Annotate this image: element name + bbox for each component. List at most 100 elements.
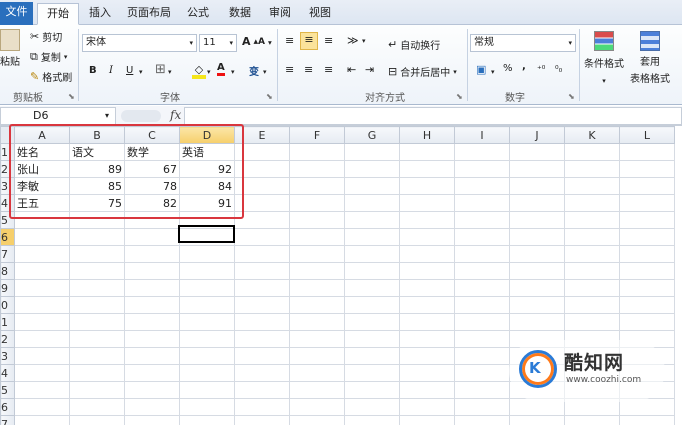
cell-e9[interactable] bbox=[234, 279, 290, 297]
cell-k6[interactable] bbox=[564, 228, 620, 246]
cell-a2[interactable]: 张山 bbox=[14, 160, 70, 178]
cell-e13[interactable] bbox=[234, 347, 290, 365]
cell-d9[interactable] bbox=[179, 279, 235, 297]
orientation-icon[interactable]: ≫ bbox=[347, 34, 359, 48]
cell-k2[interactable] bbox=[564, 160, 620, 178]
cell-e6[interactable] bbox=[234, 228, 290, 246]
column-header-l[interactable]: L bbox=[619, 126, 675, 144]
row-header[interactable]: 4 bbox=[0, 364, 15, 382]
increase-decimal-icon[interactable]: ⁺⁰ bbox=[537, 63, 545, 77]
cell-g6[interactable] bbox=[344, 228, 400, 246]
row-header[interactable]: 5 bbox=[0, 381, 15, 399]
formula-input[interactable] bbox=[184, 107, 682, 125]
cell-l10[interactable] bbox=[619, 296, 675, 314]
cell-l6[interactable] bbox=[619, 228, 675, 246]
column-header-g[interactable]: G bbox=[344, 126, 400, 144]
chevron-down-icon[interactable]: ▾ bbox=[362, 34, 366, 48]
cell-f12[interactable] bbox=[289, 330, 345, 348]
fill-color-icon[interactable]: ◇ bbox=[192, 63, 206, 79]
cell-k7[interactable] bbox=[564, 245, 620, 263]
cell-b5[interactable] bbox=[69, 211, 125, 229]
cell-g4[interactable] bbox=[344, 194, 400, 212]
cell-j1[interactable] bbox=[509, 143, 565, 161]
cell-i3[interactable] bbox=[454, 177, 510, 195]
cell-g14[interactable] bbox=[344, 364, 400, 382]
cell-d2[interactable]: 92 bbox=[179, 160, 235, 178]
cell-c4[interactable]: 82 bbox=[124, 194, 180, 212]
cell-d15[interactable] bbox=[179, 381, 235, 399]
copy-button[interactable]: ⧉ 复制 ▾ bbox=[30, 49, 67, 65]
cell-d5[interactable] bbox=[179, 211, 235, 229]
cell-i9[interactable] bbox=[454, 279, 510, 297]
cell-e11[interactable] bbox=[234, 313, 290, 331]
cell-a12[interactable] bbox=[14, 330, 70, 348]
tab-home[interactable]: 开始 bbox=[37, 3, 79, 25]
cell-h17[interactable] bbox=[399, 415, 455, 425]
align-right-icon[interactable]: ≡ bbox=[324, 63, 333, 77]
cell-a7[interactable] bbox=[14, 245, 70, 263]
cell-a1[interactable]: 姓名 bbox=[14, 143, 70, 161]
dialog-launcher-icon[interactable]: ⬊ bbox=[266, 90, 273, 104]
font-name-select[interactable]: 宋体 ▾ bbox=[82, 34, 197, 52]
cell-k11[interactable] bbox=[564, 313, 620, 331]
cell-f3[interactable] bbox=[289, 177, 345, 195]
cell-a17[interactable] bbox=[14, 415, 70, 425]
cell-i13[interactable] bbox=[454, 347, 510, 365]
cell-d16[interactable] bbox=[179, 398, 235, 416]
cell-c6[interactable] bbox=[124, 228, 180, 246]
cell-k5[interactable] bbox=[564, 211, 620, 229]
cell-f14[interactable] bbox=[289, 364, 345, 382]
cell-d7[interactable] bbox=[179, 245, 235, 263]
chevron-down-icon[interactable]: ▾ bbox=[491, 65, 495, 79]
underline-button[interactable]: U bbox=[126, 65, 133, 76]
cell-g17[interactable] bbox=[344, 415, 400, 425]
cell-a5[interactable] bbox=[14, 211, 70, 229]
row-header[interactable]: 9 bbox=[0, 279, 15, 297]
cell-c8[interactable] bbox=[124, 262, 180, 280]
chevron-down-icon[interactable]: ▾ bbox=[231, 65, 235, 79]
cell-k9[interactable] bbox=[564, 279, 620, 297]
name-box[interactable]: D6 ▾ bbox=[0, 107, 116, 125]
cell-j5[interactable] bbox=[509, 211, 565, 229]
cell-i5[interactable] bbox=[454, 211, 510, 229]
cell-h14[interactable] bbox=[399, 364, 455, 382]
format-painter-button[interactable]: ✎ 格式刷 bbox=[30, 69, 72, 85]
cell-g12[interactable] bbox=[344, 330, 400, 348]
cell-i16[interactable] bbox=[454, 398, 510, 416]
cell-g7[interactable] bbox=[344, 245, 400, 263]
tab-formulas[interactable]: 公式 bbox=[178, 3, 218, 25]
cell-h1[interactable] bbox=[399, 143, 455, 161]
column-header-e[interactable]: E bbox=[234, 126, 290, 144]
cell-h4[interactable] bbox=[399, 194, 455, 212]
cell-e12[interactable] bbox=[234, 330, 290, 348]
cell-f4[interactable] bbox=[289, 194, 345, 212]
cell-a10[interactable] bbox=[14, 296, 70, 314]
wrap-text-button[interactable]: ↵ 自动换行 bbox=[388, 37, 440, 53]
cell-d13[interactable] bbox=[179, 347, 235, 365]
cell-l17[interactable] bbox=[619, 415, 675, 425]
row-header[interactable]: 7 bbox=[0, 245, 15, 263]
cell-c16[interactable] bbox=[124, 398, 180, 416]
dialog-launcher-icon[interactable]: ⬊ bbox=[456, 90, 463, 104]
cell-j11[interactable] bbox=[509, 313, 565, 331]
column-header-f[interactable]: F bbox=[289, 126, 345, 144]
cell-e8[interactable] bbox=[234, 262, 290, 280]
cell-j7[interactable] bbox=[509, 245, 565, 263]
cell-k17[interactable] bbox=[564, 415, 620, 425]
cell-j2[interactable] bbox=[509, 160, 565, 178]
cell-b15[interactable] bbox=[69, 381, 125, 399]
cell-h8[interactable] bbox=[399, 262, 455, 280]
decrease-indent-icon[interactable]: ⇤ bbox=[347, 63, 356, 77]
cell-f1[interactable] bbox=[289, 143, 345, 161]
cell-l7[interactable] bbox=[619, 245, 675, 263]
cell-b3[interactable]: 85 bbox=[69, 177, 125, 195]
cell-a13[interactable] bbox=[14, 347, 70, 365]
cell-f17[interactable] bbox=[289, 415, 345, 425]
row-header[interactable]: 7 bbox=[0, 415, 15, 425]
row-header[interactable]: 5 bbox=[0, 211, 15, 229]
cell-b10[interactable] bbox=[69, 296, 125, 314]
cell-e4[interactable] bbox=[234, 194, 290, 212]
cell-j3[interactable] bbox=[509, 177, 565, 195]
cell-g9[interactable] bbox=[344, 279, 400, 297]
cell-i17[interactable] bbox=[454, 415, 510, 425]
